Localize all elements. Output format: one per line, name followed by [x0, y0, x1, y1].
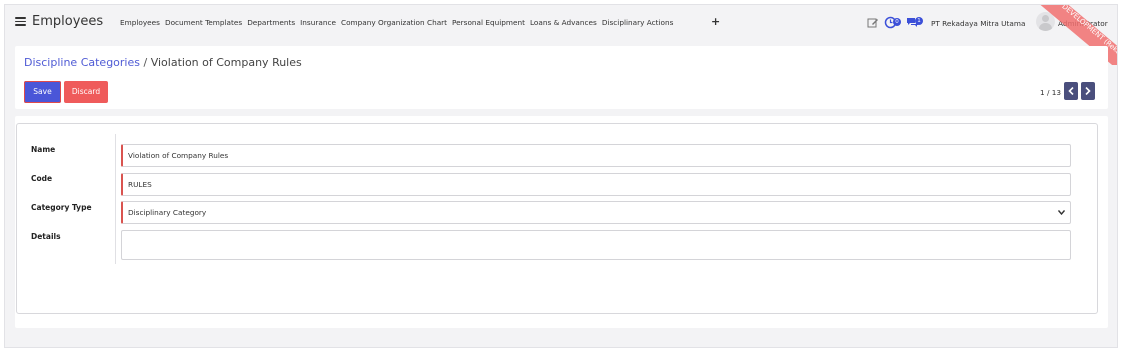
name-label: Name [31, 145, 56, 154]
pager-next-button[interactable] [1081, 82, 1095, 100]
app-title[interactable]: Employees [32, 14, 103, 29]
code-label: Code [31, 174, 53, 183]
edit-icon[interactable] [867, 17, 879, 29]
control-panel: Discipline Categories / Violation of Com… [15, 46, 1108, 109]
main-menu: Employees Document Templates Departments… [120, 18, 673, 27]
menu-item-employees[interactable]: Employees [120, 18, 160, 27]
pager-value[interactable]: 1 / 13 [1040, 88, 1061, 97]
details-field[interactable] [121, 230, 1071, 260]
menu-item-loans-advances[interactable]: Loans & Advances [530, 18, 597, 27]
breadcrumb-separator: / [143, 56, 148, 69]
chevron-right-icon [1085, 87, 1091, 95]
details-label: Details [31, 232, 61, 241]
pager-previous-button[interactable] [1064, 82, 1078, 100]
breadcrumb-parent[interactable]: Discipline Categories [24, 56, 140, 69]
menu-item-disciplinary-actions[interactable]: Disciplinary Actions [602, 18, 674, 27]
menu-item-personal-equipment[interactable]: Personal Equipment [452, 18, 525, 27]
activity-badge: 0 [893, 18, 901, 26]
category-type-select[interactable]: Disciplinary Category [121, 201, 1071, 224]
message-badge: 1 [915, 17, 923, 25]
category-type-value: Disciplinary Category [128, 208, 207, 217]
code-field[interactable]: RULES [121, 173, 1071, 196]
apps-menu-icon[interactable] [15, 17, 26, 26]
top-navbar: Employees Employees Document Templates D… [5, 5, 1117, 41]
menu-item-insurance[interactable]: Insurance [300, 18, 336, 27]
discard-button[interactable]: Discard [64, 81, 108, 103]
label-divider [115, 134, 116, 264]
breadcrumb: Discipline Categories / Violation of Com… [24, 56, 302, 69]
menu-item-company-organization-chart[interactable]: Company Organization Chart [341, 18, 447, 27]
save-button[interactable]: Save [24, 81, 61, 103]
category-type-label: Category Type [31, 203, 92, 212]
breadcrumb-current: Violation of Company Rules [150, 56, 302, 69]
plus-icon[interactable]: + [711, 15, 720, 28]
menu-item-document-templates[interactable]: Document Templates [165, 18, 242, 27]
chevron-down-icon [1058, 210, 1065, 215]
menu-item-departments[interactable]: Departments [247, 18, 295, 27]
company-switcher[interactable]: PT Rekadaya Mitra Utama [931, 19, 1025, 28]
name-field[interactable]: Violation of Company Rules [121, 144, 1071, 167]
chevron-left-icon [1068, 87, 1074, 95]
